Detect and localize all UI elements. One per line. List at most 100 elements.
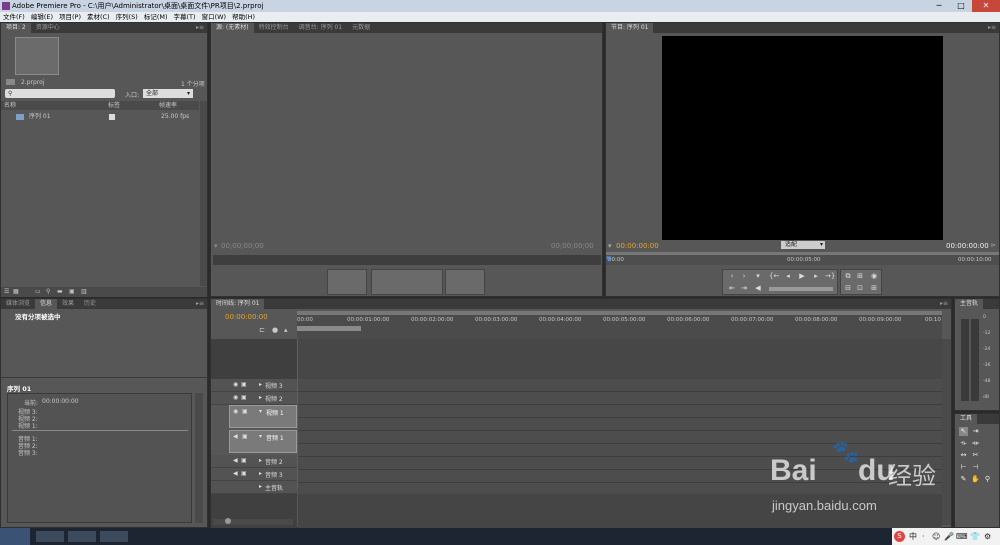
rolling-edit-tool-icon[interactable]: ⟚ [971,439,980,448]
lock-icon[interactable]: ▣ [241,470,247,477]
source-marker-buttons[interactable] [327,269,367,295]
output-icon[interactable]: ⊞ [869,284,879,293]
marker-icon[interactable]: ● [272,326,278,334]
expand-icon[interactable]: ▾ [259,433,262,440]
track-audio-1[interactable]: ◀ ▣ ▾ 音频 1 [229,430,297,453]
extract-icon[interactable]: ⊞ [855,272,865,281]
razor-tool-icon[interactable]: ✂ [971,451,980,460]
program-monitor-video[interactable] [662,36,943,240]
menu-help[interactable]: 帮助(H) [232,12,255,22]
column-fps[interactable]: 帧速率 [159,101,177,110]
minimize-button[interactable]: ─ [928,0,950,12]
menu-title[interactable]: 字幕(T) [174,12,196,22]
new-item-icon[interactable]: ▣ [69,288,75,295]
slide-tool-icon[interactable]: ⊣ [971,463,980,472]
program-play-icon[interactable]: ▾ [608,242,612,250]
lock-icon[interactable]: ▣ [242,408,248,415]
tab-resource-center[interactable]: 资源中心 [31,23,65,33]
source-timecode-left[interactable]: 00;00;00;00 [221,242,264,250]
track-video-1[interactable]: ◉ ▣ ▾ 视频 1 [229,405,297,428]
pen-tool-icon[interactable]: ✎ [959,475,968,484]
eye-icon[interactable]: ◉ [233,381,238,388]
menu-project[interactable]: 项目(P) [59,12,81,22]
source-play-icon[interactable]: ▾ [214,242,218,250]
speaker-icon[interactable]: ◀ [233,433,238,440]
source-transport-buttons[interactable] [371,269,443,295]
program-transport-buttons[interactable]: ‹ › ▾ {← ◂ ▶ ▸ →} ⇤ ⇥ ◀ [722,269,838,295]
playhead-icon[interactable]: ▼ [606,255,611,263]
tab-tools[interactable]: 工具 [955,414,978,424]
keyboard-icon[interactable]: ⌨ [956,528,968,545]
slip-tool-icon[interactable]: ⊢ [959,463,968,472]
expand-icon[interactable]: ▸ [259,470,262,477]
ripple-edit-tool-icon[interactable]: ⟛ [959,439,968,448]
track-audio-3[interactable]: ◀ ▣ ▸ 音频 3 [211,468,297,481]
expand-icon[interactable]: ▸ [259,394,262,401]
lock-icon[interactable]: ▣ [242,433,248,440]
find-icon[interactable]: ⚲ [46,288,50,295]
taskbar-item[interactable] [36,531,64,542]
program-zoom-bar[interactable] [606,252,999,255]
lift-icon[interactable]: ⧉ [843,272,853,281]
panel-menu-icon[interactable]: ▸≡ [196,23,204,33]
ime-mode[interactable]: 中 [909,528,917,545]
zoom-slider-thumb[interactable] [225,518,231,524]
list-item[interactable]: 序列 01 25.00 fps [1,112,199,122]
speaker-icon[interactable]: ◀ [233,457,238,464]
project-scrollbar[interactable] [200,101,207,286]
info-scrollbar[interactable] [195,393,203,523]
menu-marker[interactable]: 标记(M) [144,12,168,22]
tab-media-browser[interactable]: 媒体浏览 [1,299,35,309]
track-master[interactable]: ▸ 主音轨 [211,481,297,494]
emoji-icon[interactable]: ☺ [932,528,940,545]
zoom-slider[interactable] [213,518,293,525]
source-scrubber[interactable] [213,255,601,265]
zoom-tool-icon[interactable]: ⚲ [983,475,992,484]
step-back-icon[interactable]: ‹ [727,272,737,281]
close-button[interactable]: ✕ [972,0,1000,12]
track-video-2[interactable]: ◉ ▣ ▸ 视频 2 [211,392,297,405]
icon-view-icon[interactable]: ▦ [13,288,19,295]
go-to-out-icon[interactable]: →} [825,272,835,281]
punctuation-icon[interactable]: · [922,528,925,545]
panel-menu-icon[interactable]: ▸≡ [196,299,204,309]
menu-window[interactable]: 窗口(W) [202,12,227,22]
source-insert-buttons[interactable] [445,269,485,295]
expand-icon[interactable]: ▸ [259,457,262,464]
tab-audio-mixer[interactable]: 调音台: 序列 01 [294,23,347,33]
track-select-tool-icon[interactable]: ⇥ [971,427,980,436]
column-name[interactable]: 名称 [4,101,16,110]
tab-info[interactable]: 信息 [35,299,58,309]
go-to-previous-edit-icon[interactable]: ⇤ [727,284,737,293]
panel-menu-icon[interactable]: ▸≡ [988,23,996,33]
panel-menu-icon[interactable]: ▸≡ [940,299,948,309]
safe-margins-icon[interactable]: ⊡ [855,284,865,293]
selection-tool-icon[interactable]: ↖ [959,427,968,436]
keyframe-icon[interactable]: ▴ [284,326,288,334]
hand-tool-icon[interactable]: ✋ [971,475,980,484]
tab-timeline[interactable]: 时间线: 序列 01 [211,299,265,309]
step-back-frame-icon[interactable]: ◂ [783,272,793,281]
taskbar-item[interactable] [100,531,128,542]
timeline-timecode[interactable]: 00:00:00:00 [225,313,268,321]
new-bin-icon[interactable]: ▬ [57,288,63,295]
tab-program[interactable]: 节目: 序列 01 [606,23,654,33]
delete-icon[interactable]: ▥ [81,288,87,295]
search-input[interactable]: ⚲ [5,89,115,98]
entry-select[interactable]: 全部 ▾ [143,89,193,98]
track-video-3[interactable]: ◉ ▣ ▸ 视频 3 [211,379,297,392]
jog-shuttle[interactable] [769,287,833,291]
camera-icon[interactable]: ◉ [869,272,879,281]
lock-icon[interactable]: ▣ [241,381,247,388]
taskbar-item[interactable] [68,531,96,542]
tab-effect-controls[interactable]: 特效控制台 [254,23,294,33]
step-forward-icon[interactable]: › [739,272,749,281]
settings-icon[interactable]: ⊳ [991,242,996,249]
sogou-icon[interactable]: S [894,531,905,542]
eye-icon[interactable]: ◉ [233,408,238,415]
menu-edit[interactable]: 编辑(E) [31,12,53,22]
expand-icon[interactable]: ▸ [259,483,262,490]
eye-icon[interactable]: ◉ [233,394,238,401]
go-to-in-icon[interactable]: {← [769,272,779,281]
loop-icon[interactable]: ◀ [753,284,763,293]
